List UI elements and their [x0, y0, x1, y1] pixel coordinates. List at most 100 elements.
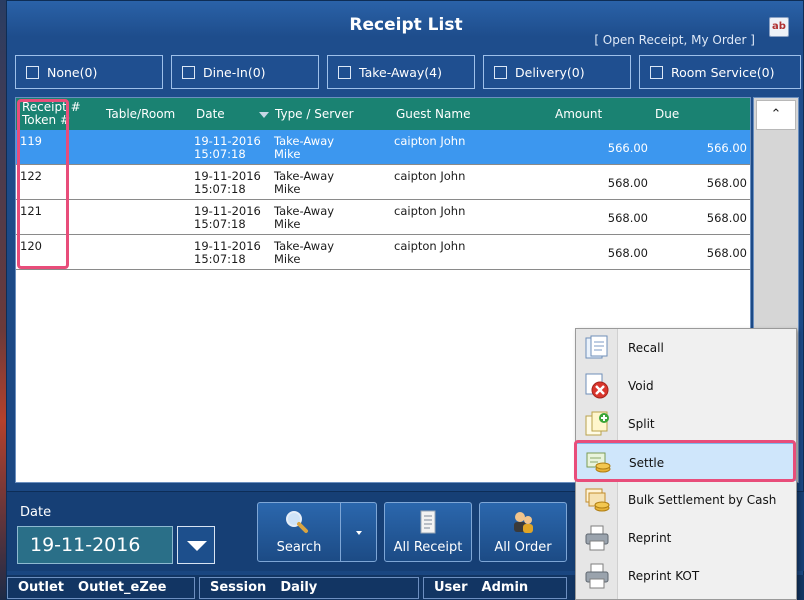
- filter-none[interactable]: None(0): [15, 55, 163, 89]
- cell-guest: caipton John: [394, 134, 466, 148]
- split-icon: [585, 411, 609, 436]
- cell-type: Take-Away: [274, 134, 335, 148]
- recall-icon: [585, 335, 608, 359]
- checkbox-icon[interactable]: [494, 65, 507, 79]
- filter-label: Take-Away(4): [359, 64, 442, 80]
- cell-date: 19-11-2016: [194, 204, 261, 218]
- checkbox-icon[interactable]: [650, 65, 663, 79]
- column-table-room[interactable]: Table/Room: [106, 107, 175, 121]
- column-receipt[interactable]: Receipt #: [22, 100, 81, 114]
- table-row[interactable]: 120 19-11-2016 15:07:18 Take-Away Mike c…: [16, 235, 750, 270]
- all-receipt-button[interactable]: All Receipt: [384, 502, 472, 562]
- filter-bar: None(0) Dine-In(0) Take-Away(4) Delivery…: [15, 55, 804, 91]
- search-dropdown-button[interactable]: [340, 503, 378, 561]
- all-order-button[interactable]: All Order: [479, 502, 567, 562]
- sort-desc-icon: [259, 112, 269, 118]
- scroll-up-button[interactable]: ⌃: [756, 100, 796, 130]
- filter-label: Room Service(0): [671, 64, 775, 80]
- cell-server: Mike: [274, 217, 301, 231]
- filter-dine-in[interactable]: Dine-In(0): [171, 55, 319, 89]
- filter-take-away[interactable]: Take-Away(4): [327, 55, 475, 89]
- table-row[interactable]: 119 19-11-2016 15:07:18 Take-Away Mike c…: [16, 130, 750, 165]
- menu-item-label: Reprint KOT: [628, 569, 700, 583]
- status-user: User Admin: [423, 577, 567, 599]
- checkbox-icon[interactable]: [182, 65, 195, 79]
- column-amount[interactable]: Amount: [555, 107, 602, 121]
- filter-label: None(0): [47, 64, 98, 80]
- status-session-value: Daily: [280, 580, 318, 595]
- cell-amount: 568.00: [607, 176, 648, 190]
- date-field[interactable]: 19-11-2016: [17, 526, 173, 564]
- cell-server: Mike: [274, 252, 301, 266]
- cell-due: 568.00: [706, 211, 747, 225]
- void-icon: [585, 373, 609, 399]
- filter-label: Delivery(0): [515, 64, 585, 80]
- all-order-label: All Order: [494, 540, 552, 555]
- window-subtitle: [ Open Receipt, My Order ]: [594, 33, 755, 47]
- cell-due: 568.00: [706, 176, 747, 190]
- cell-amount: 568.00: [607, 211, 648, 225]
- cell-date: 19-11-2016: [194, 169, 261, 183]
- cell-date: 19-11-2016: [194, 134, 261, 148]
- status-outlet-value: Outlet_eZee: [78, 580, 167, 595]
- column-due[interactable]: Due: [655, 107, 679, 121]
- cell-time: 15:07:18: [194, 252, 246, 266]
- cell-receipt: 122: [20, 169, 42, 183]
- cell-server: Mike: [274, 147, 301, 161]
- menu-item-recall[interactable]: Recall: [576, 329, 796, 367]
- cell-amount: 566.00: [607, 141, 648, 155]
- cell-time: 15:07:18: [194, 217, 246, 231]
- status-user-value: Admin: [481, 580, 529, 595]
- cell-receipt: 119: [20, 134, 42, 148]
- context-menu: Recall Void Split Settle Bulk Settlement…: [575, 328, 797, 600]
- menu-item-split[interactable]: Split: [576, 405, 796, 443]
- checkbox-icon[interactable]: [26, 65, 39, 79]
- bulk-settlement-icon: [585, 488, 610, 512]
- menu-item-bulk-settlement[interactable]: Bulk Settlement by Cash: [576, 481, 796, 519]
- table-row[interactable]: 122 19-11-2016 15:07:18 Take-Away Mike c…: [16, 165, 750, 200]
- menu-item-reprint-kot[interactable]: Reprint KOT: [576, 557, 796, 595]
- cell-type: Take-Away: [274, 239, 335, 253]
- menu-item-void[interactable]: Void: [576, 367, 796, 405]
- cell-type: Take-Away: [274, 169, 335, 183]
- filter-label: Dine-In(0): [203, 64, 266, 80]
- menu-item-settle[interactable]: Settle: [576, 443, 796, 481]
- menu-item-label: Bulk Settlement by Cash: [628, 493, 777, 507]
- column-date[interactable]: Date: [196, 107, 225, 121]
- spell-check-icon[interactable]: ab: [769, 17, 789, 37]
- menu-item-label: Reprint: [628, 531, 672, 545]
- menu-item-label: Settle: [629, 456, 665, 470]
- settle-icon: [586, 452, 611, 473]
- cell-amount: 568.00: [607, 246, 648, 260]
- table-row[interactable]: 121 19-11-2016 15:07:18 Take-Away Mike c…: [16, 200, 750, 235]
- search-label: Search: [276, 540, 322, 555]
- cell-type: Take-Away: [274, 204, 335, 218]
- status-outlet: Outlet Outlet_eZee: [7, 577, 195, 599]
- window-title: Receipt List: [349, 15, 463, 35]
- checkbox-icon[interactable]: [338, 65, 351, 79]
- cell-guest: caipton John: [394, 204, 466, 218]
- cell-receipt: 121: [20, 204, 42, 218]
- menu-item-reprint[interactable]: Reprint: [576, 519, 796, 557]
- status-session-label: Session: [210, 580, 267, 595]
- column-type-server[interactable]: Type / Server: [275, 107, 354, 121]
- status-session: Session Daily: [199, 577, 419, 599]
- cell-server: Mike: [274, 182, 301, 196]
- cell-time: 15:07:18: [194, 147, 246, 161]
- filter-room-service[interactable]: Room Service(0): [639, 55, 801, 89]
- cell-date: 19-11-2016: [194, 239, 261, 253]
- column-token[interactable]: Token #: [22, 113, 70, 127]
- search-button[interactable]: Search: [257, 502, 377, 562]
- all-receipt-label: All Receipt: [393, 540, 463, 555]
- receipt-icon: [420, 510, 436, 534]
- printer-icon: [585, 563, 609, 589]
- filter-delivery[interactable]: Delivery(0): [483, 55, 631, 89]
- menu-item-label: Split: [628, 417, 655, 431]
- cell-receipt: 120: [20, 239, 42, 253]
- status-user-label: User: [434, 580, 468, 595]
- cell-guest: caipton John: [394, 239, 466, 253]
- menu-item-label: Recall: [628, 341, 664, 355]
- date-dropdown-button[interactable]: [177, 526, 215, 564]
- cell-due: 566.00: [706, 141, 747, 155]
- column-guest-name[interactable]: Guest Name: [396, 107, 470, 121]
